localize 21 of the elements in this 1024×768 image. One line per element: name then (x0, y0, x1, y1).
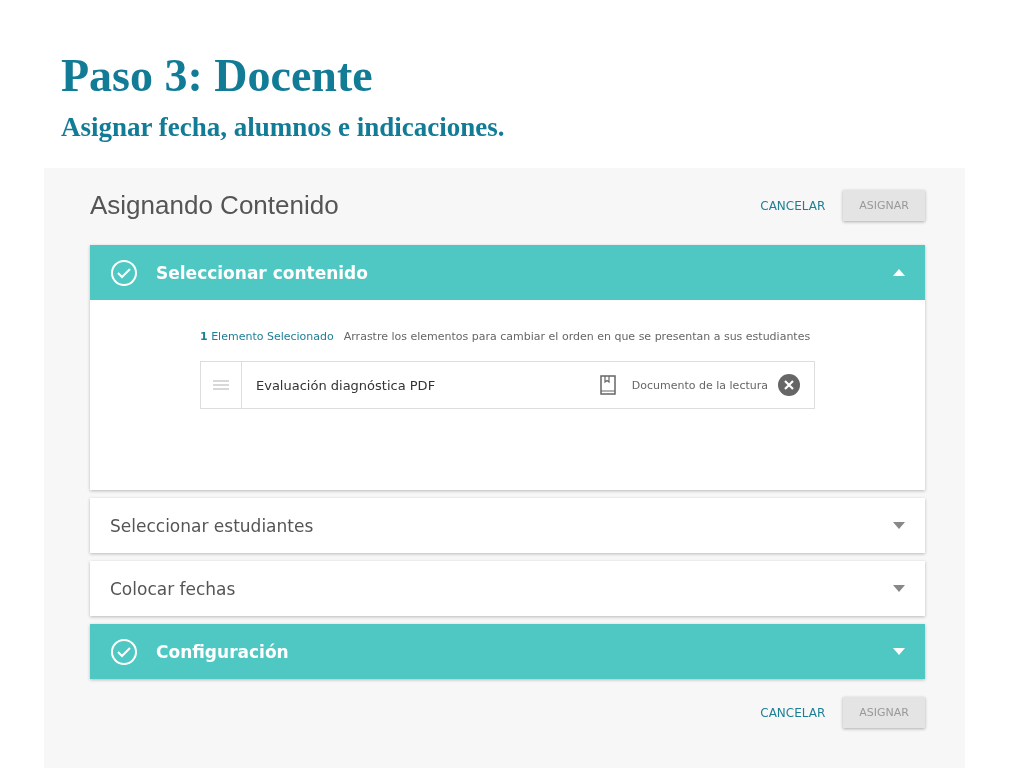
slide-title: Paso 3: Docente (60, 49, 374, 103)
caret-icon (893, 648, 905, 655)
item-name: Evaluación diagnóstica PDF (255, 377, 437, 393)
check-circle-icon (110, 637, 138, 666)
check-circle-icon (110, 258, 138, 287)
content-item[interactable]: Evaluación diagnóstica PDF Documento de la lectura (200, 361, 815, 409)
section-header[interactable]: Colocar fechas (90, 561, 925, 616)
book-icon (599, 375, 616, 395)
drag-handle-icon[interactable] (213, 380, 229, 390)
cancel-button[interactable]: CANCELAR (754, 699, 832, 726)
item-type: Documento de la lectura (631, 378, 768, 392)
caret-icon (893, 522, 905, 529)
caret-icon (893, 269, 905, 276)
slide-subtitle: Asignar fecha, alumnos e indicaciones. (60, 111, 506, 144)
panel-title: Asignando Contenido (90, 190, 339, 221)
drag-hint: Arrastre los elementos para cambiar el orden en que se presentan a sus estudiantes (343, 330, 811, 343)
section-header[interactable]: Seleccionar estudiantes (90, 498, 925, 553)
caret-icon (893, 585, 905, 592)
cancel-button[interactable]: CANCELAR (754, 192, 832, 219)
remove-icon[interactable] (778, 374, 800, 396)
selected-count: 1 Elemento Selecionado (200, 330, 334, 343)
